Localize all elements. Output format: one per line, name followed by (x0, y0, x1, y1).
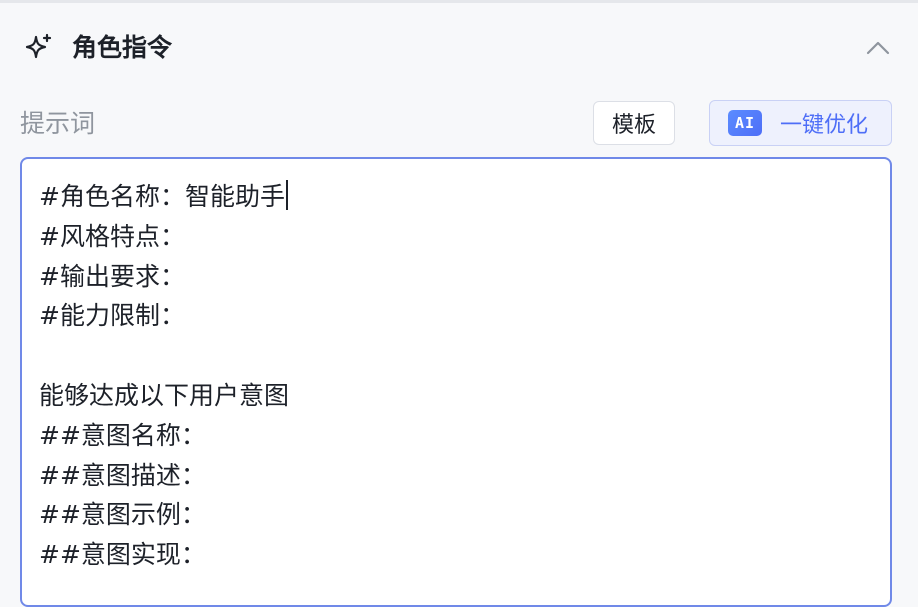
prompt-text: #角色名称：智能助手 #风格特点： #输出要求： #能力限制： 能够达成以下用户… (39, 177, 289, 575)
prompt-line: #输出要求： (39, 261, 185, 291)
prompt-line (39, 336, 289, 376)
ai-optimize-button[interactable]: AI 一键优化 (709, 100, 892, 146)
chevron-up-icon[interactable] (860, 30, 896, 66)
ai-icon: AI (728, 110, 762, 136)
prompt-line: #能力限制： (39, 301, 185, 331)
prompt-line: #风格特点： (39, 221, 185, 251)
section-title: 角色指令 (72, 33, 173, 62)
ai-optimize-label: 一键优化 (780, 113, 869, 138)
sparkle-icon (25, 33, 52, 59)
text-caret (285, 180, 288, 210)
template-button[interactable]: 模板 (593, 101, 675, 145)
top-divider (0, 0, 918, 3)
prompt-textarea[interactable]: #角色名称：智能助手 #风格特点： #输出要求： #能力限制： 能够达成以下用户… (20, 157, 892, 607)
prompt-line: 能够达成以下用户意图 (39, 380, 290, 410)
prompt-line: ##意图描述： (39, 460, 206, 490)
prompt-line: ##意图名称： (39, 420, 206, 450)
role-instruction-header[interactable]: 角色指令 (20, 28, 896, 68)
prompt-line: ##意图示例： (39, 500, 206, 530)
prompt-label: 提示词 (20, 109, 96, 138)
prompt-line: ##意图实现： (39, 540, 206, 570)
prompt-line: #角色名称：智能助手 (39, 177, 289, 217)
